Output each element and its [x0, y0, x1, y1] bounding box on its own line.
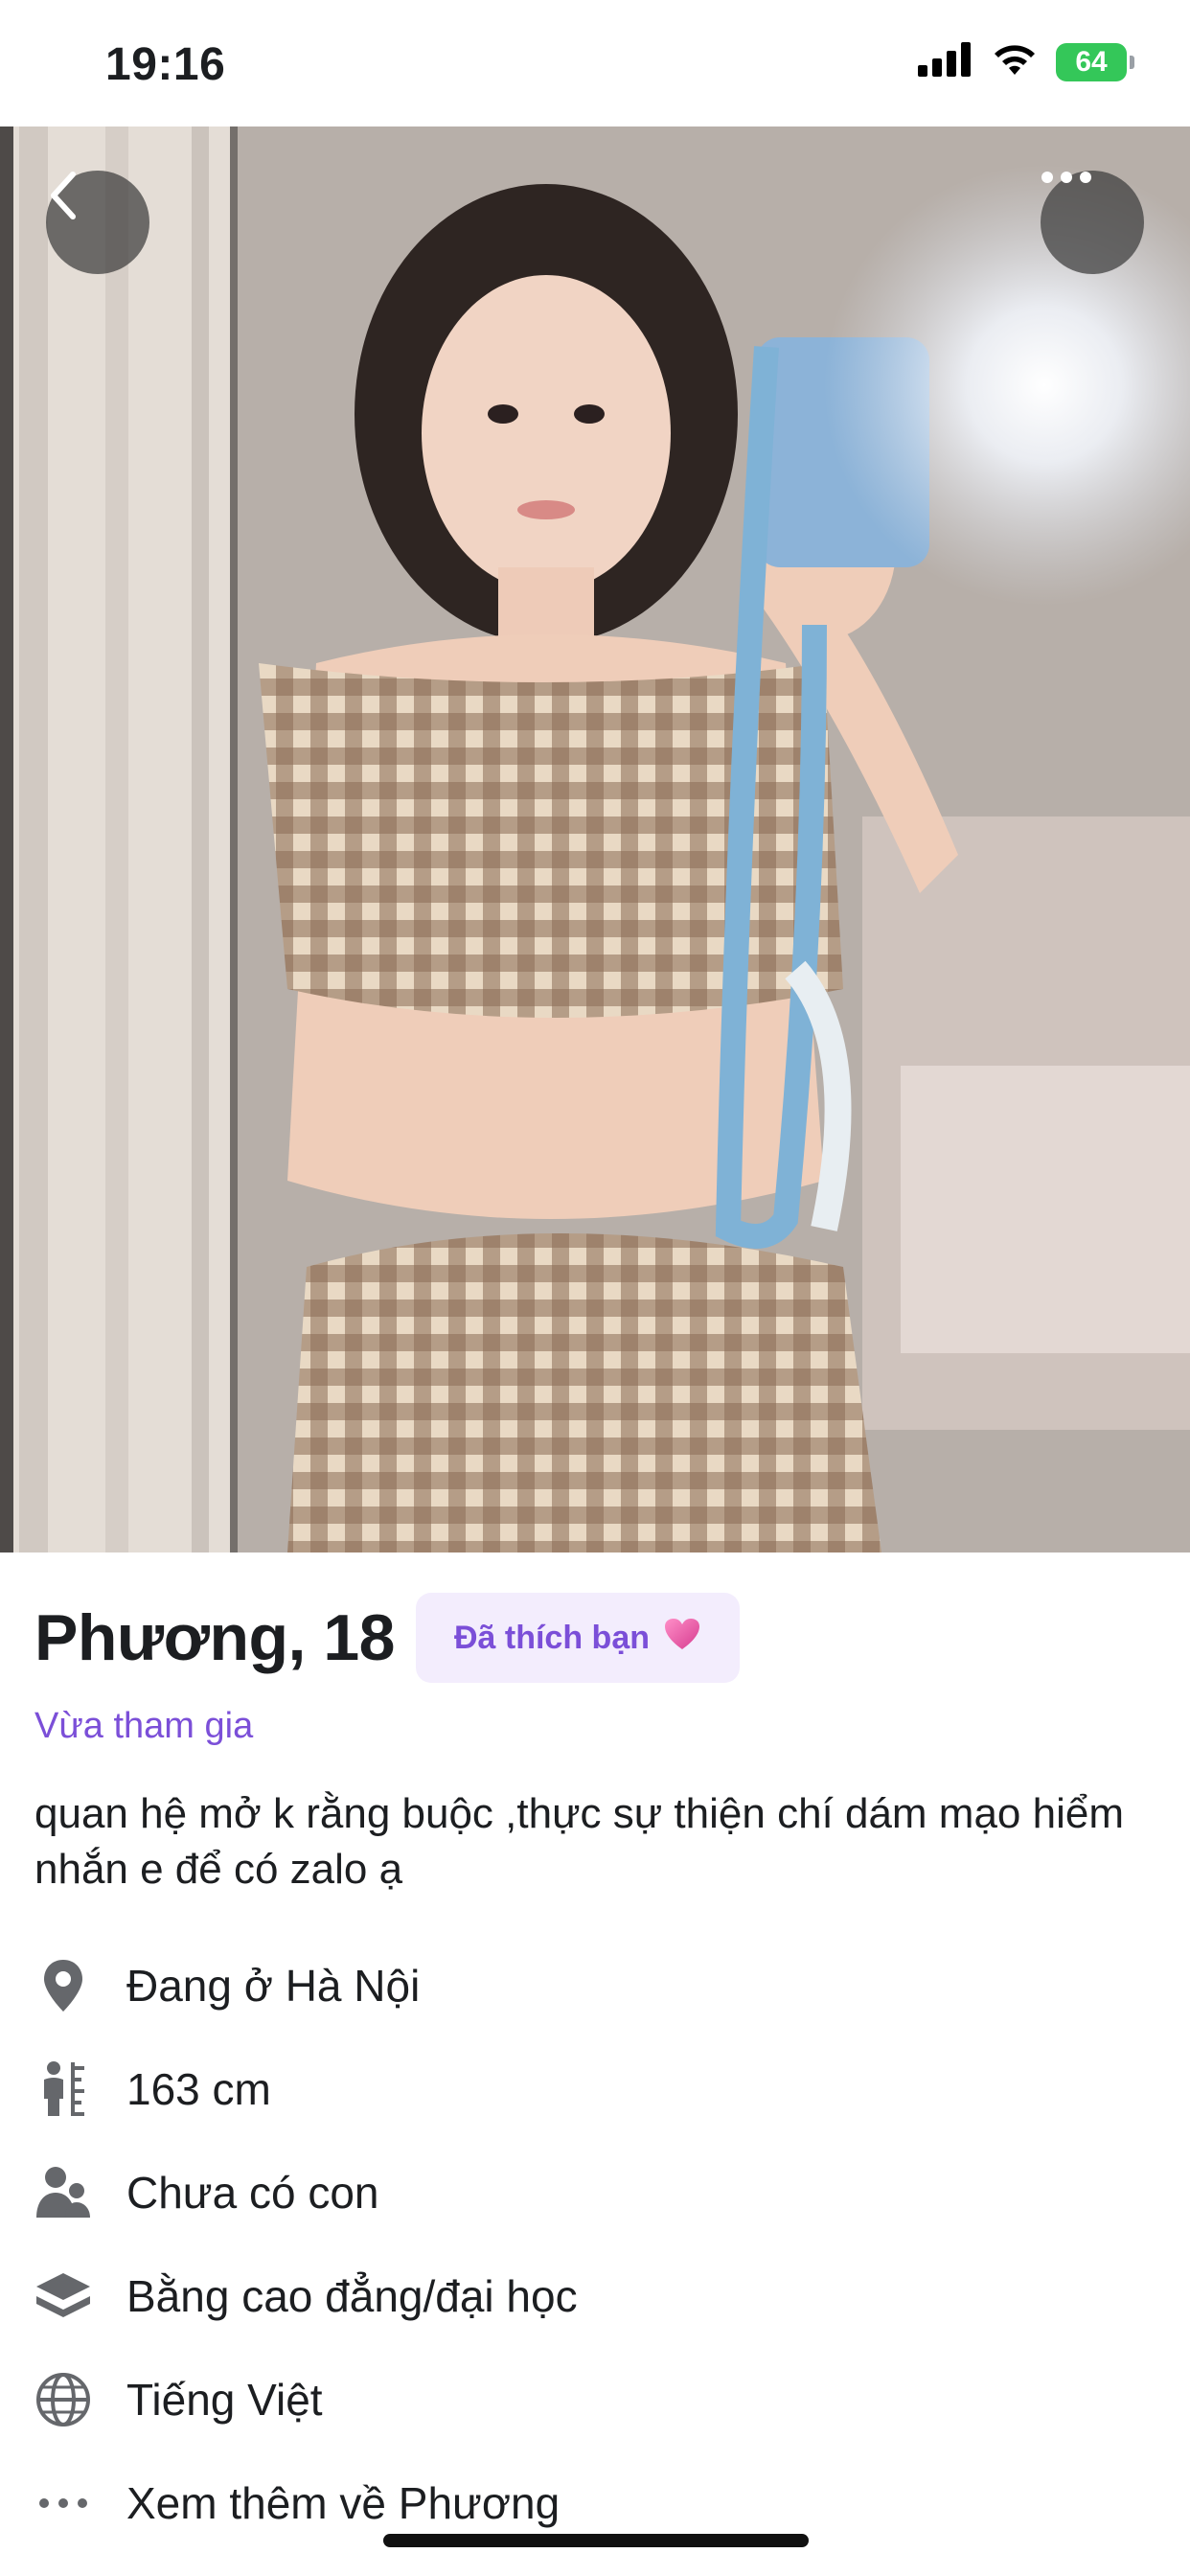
height-icon [34, 2060, 92, 2118]
detail-education: Bằng cao đẳng/đại học [34, 2244, 1156, 2348]
profile-bio: quan hệ mở k rằng buộc ,thực sự thiện ch… [34, 1790, 1124, 1893]
battery-icon: 64 [1056, 42, 1134, 81]
profile-photo[interactable] [0, 126, 1190, 1552]
more-options-button[interactable] [1041, 171, 1144, 274]
location-pin-icon [34, 1957, 92, 2014]
profile-name: Phương, 18 [34, 1601, 395, 1674]
detail-text: Chưa có con [126, 2168, 379, 2218]
status-time: 19:16 [105, 39, 226, 90]
status-icons: 64 [918, 42, 1134, 81]
globe-icon [34, 2371, 92, 2428]
wifi-icon [991, 42, 1039, 81]
detail-text: Đang ở Hà Nội [126, 1961, 421, 2011]
detail-text: 163 cm [126, 2064, 271, 2114]
detail-children: Chưa có con [34, 2141, 1156, 2244]
detail-text: Bằng cao đẳng/đại học [126, 2271, 578, 2321]
status-bar: 19:16 64 [0, 0, 1190, 126]
detail-language: Tiếng Việt [34, 2348, 1156, 2451]
liked-you-badge: Đã thích bạn [415, 1593, 741, 1683]
detail-location: Đang ở Hà Nội [34, 1934, 1156, 2037]
see-more-label: Xem thêm về Phương [126, 2478, 561, 2528]
back-button[interactable] [46, 171, 149, 274]
detail-text: Tiếng Việt [126, 2375, 323, 2425]
more-horizontal-icon [34, 2474, 92, 2532]
children-icon [34, 2164, 92, 2221]
education-icon [34, 2267, 92, 2325]
battery-level: 64 [1075, 45, 1108, 78]
profile-details: Đang ở Hà Nội 163 cm Chưa có con Bằng ca… [34, 1934, 1156, 2555]
joined-status: Vừa tham gia [34, 1706, 254, 1746]
liked-badge-label: Đã thích bạn [453, 1619, 651, 1656]
photo-illustration [0, 126, 1190, 1552]
home-indicator [383, 2534, 809, 2547]
signal-icon [918, 42, 973, 81]
heart-icon [663, 1617, 701, 1660]
name-row: Phương, 18 Đã thích bạn [34, 1593, 741, 1683]
detail-height: 163 cm [34, 2037, 1156, 2141]
